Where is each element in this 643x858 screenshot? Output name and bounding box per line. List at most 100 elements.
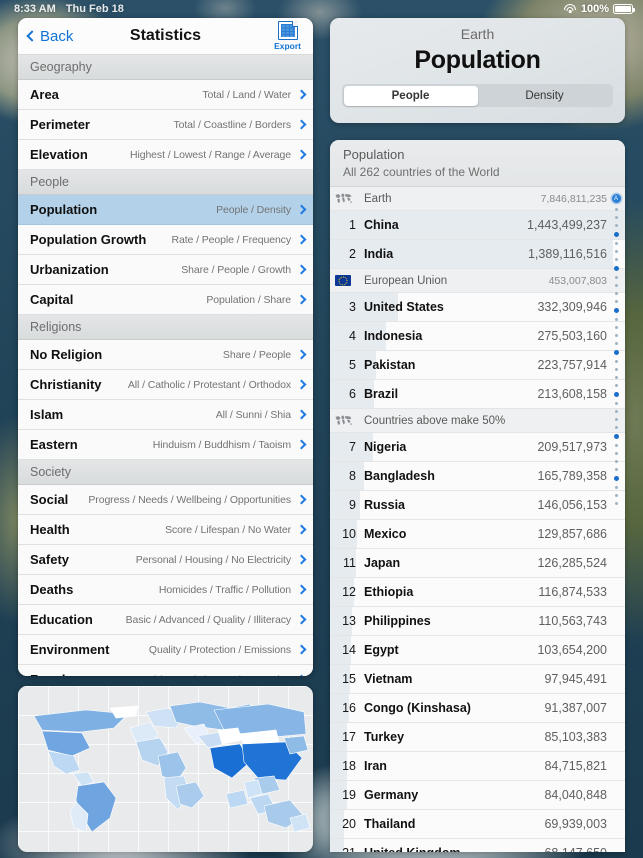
index-rail-dot[interactable] (613, 232, 619, 237)
statistics-list[interactable]: Geography Area Total / Land / Water Perimet… (18, 55, 313, 676)
index-rail-dot[interactable] (614, 402, 618, 405)
section-index-rail[interactable]: A (609, 188, 623, 852)
index-rail-dot[interactable] (614, 460, 618, 463)
index-rail-dot[interactable] (614, 242, 618, 245)
stat-row-urbanization[interactable]: Urbanization Share / People / Growth (18, 255, 313, 285)
index-rail-dot[interactable] (614, 410, 618, 413)
stat-row-title: Islam (30, 407, 64, 422)
rank-number: 15 (342, 672, 356, 686)
index-rail-dot[interactable] (614, 284, 618, 287)
stat-row-title: Population (30, 202, 98, 217)
chevron-right-icon (296, 524, 307, 535)
segment-density[interactable]: Density (478, 86, 612, 106)
population-row[interactable]: 6 Brazil 213,608,158 (330, 380, 625, 409)
stat-row-elevation[interactable]: Elevation Highest / Lowest / Range / Aver… (18, 140, 313, 170)
population-row[interactable]: 8 Bangladesh 165,789,358 (330, 462, 625, 491)
population-row[interactable]: 18 Iran 84,715,821 (330, 752, 625, 781)
population-row[interactable]: 19 Germany 84,040,848 (330, 781, 625, 810)
entity-name: Philippines (364, 614, 431, 628)
index-rail-dot[interactable] (613, 434, 619, 439)
export-button[interactable]: Export (274, 20, 301, 51)
population-row[interactable]: 11 Japan 126,285,524 (330, 549, 625, 578)
population-rows[interactable]: Earth 7,846,811,235 1 China 1,443,499,237 2 In… (330, 187, 625, 852)
stat-row-title: Urbanization (30, 262, 109, 277)
index-rail-dot[interactable] (613, 308, 619, 313)
stat-row-population-growth[interactable]: Population Growth Rate / People / Frequen… (18, 225, 313, 255)
population-row[interactable]: 14 Egypt 103,654,200 (330, 636, 625, 665)
stat-row-islam[interactable]: Islam All / Sunni / Shia (18, 400, 313, 430)
stat-row-deaths[interactable]: Deaths Homicides / Traffic / Pollution (18, 575, 313, 605)
index-rail-dot[interactable] (614, 418, 618, 421)
chevron-right-icon (296, 379, 307, 390)
index-rail-dot[interactable] (614, 326, 618, 329)
stat-row-safety[interactable]: Safety Personal / Housing / No Electricit… (18, 545, 313, 575)
stat-row-freedom[interactable]: Freedom Personal / Speech / Press / Corru… (18, 665, 313, 676)
world-choropleth-map[interactable] (18, 686, 313, 852)
stat-row-perimeter[interactable]: Perimeter Total / Coastline / Borders (18, 110, 313, 140)
index-rail-dot[interactable] (614, 444, 618, 447)
population-row[interactable]: 7 Nigeria 209,517,973 (330, 433, 625, 462)
index-rail-dot[interactable] (614, 360, 618, 363)
index-rail-top-marker[interactable]: A (611, 194, 621, 203)
battery-icon (613, 4, 635, 14)
index-rail-dot[interactable] (614, 452, 618, 455)
population-summary-row[interactable]: Earth 7,846,811,235 (330, 187, 625, 211)
index-rail-dot[interactable] (614, 376, 618, 379)
index-rail-dot[interactable] (613, 266, 619, 271)
stat-row-eastern[interactable]: Eastern Hinduism / Buddhism / Taoism (18, 430, 313, 460)
stat-row-area[interactable]: Area Total / Land / Water (18, 80, 313, 110)
index-rail-dot[interactable] (614, 208, 618, 211)
population-row[interactable]: 1 China 1,443,499,237 (330, 211, 625, 240)
population-row[interactable]: 15 Vietnam 97,945,491 (330, 665, 625, 694)
index-rail-dot[interactable] (613, 350, 619, 355)
back-button[interactable]: Back (18, 28, 73, 45)
stat-row-environment[interactable]: Environment Quality / Protection / Emissi… (18, 635, 313, 665)
population-row[interactable]: 4 Indonesia 275,503,160 (330, 322, 625, 351)
stat-row-health[interactable]: Health Score / Lifespan / No Water (18, 515, 313, 545)
index-rail-dot[interactable] (614, 258, 618, 261)
index-rail-dot[interactable] (614, 426, 618, 429)
population-row[interactable]: 9 Russia 146,056,153 (330, 491, 625, 520)
index-rail-dot[interactable] (614, 318, 618, 321)
population-summary-row[interactable]: European Union 453,007,803 (330, 269, 625, 293)
index-rail-dot[interactable] (614, 300, 618, 303)
stat-row-christianity[interactable]: Christianity All / Catholic / Protestant … (18, 370, 313, 400)
index-rail-dot[interactable] (614, 502, 618, 505)
population-row[interactable]: 17 Turkey 85,103,383 (330, 723, 625, 752)
index-rail-dot[interactable] (614, 276, 618, 279)
index-rail-dot[interactable] (614, 216, 618, 219)
population-summary-row[interactable]: Countries above make 50% (330, 409, 625, 433)
index-rail-dot[interactable] (613, 392, 619, 397)
stat-row-no-religion[interactable]: No Religion Share / People (18, 340, 313, 370)
population-value: 7,846,811,235 (540, 192, 607, 205)
population-row[interactable]: 16 Congo (Kinshasa) 91,387,007 (330, 694, 625, 723)
segmented-control[interactable]: People Density (342, 84, 613, 107)
stat-row-capital[interactable]: Capital Population / Share (18, 285, 313, 315)
population-row[interactable]: 3 United States 332,309,946 (330, 293, 625, 322)
stat-row-subtitle: Basic / Advanced / Quality / Illiteracy (125, 613, 291, 626)
population-row[interactable]: 20 Thailand 69,939,003 (330, 810, 625, 839)
index-rail-dot[interactable] (614, 250, 618, 253)
index-rail-dot[interactable] (614, 224, 618, 227)
population-row[interactable]: 2 India 1,389,116,516 (330, 240, 625, 269)
stat-row-social[interactable]: Social Progress / Needs / Wellbeing / Opp… (18, 485, 313, 515)
eu-flag-icon (330, 275, 356, 286)
index-rail-dot[interactable] (613, 476, 619, 481)
stat-row-education[interactable]: Education Basic / Advanced / Quality / Il… (18, 605, 313, 635)
index-rail-dot[interactable] (614, 334, 618, 337)
population-row[interactable]: 13 Philippines 110,563,743 (330, 607, 625, 636)
population-row[interactable]: 12 Ethiopia 116,874,533 (330, 578, 625, 607)
index-rail-dot[interactable] (614, 468, 618, 471)
index-rail-dot[interactable] (614, 368, 618, 371)
segment-people[interactable]: People (343, 85, 478, 106)
index-rail-dot[interactable] (614, 494, 618, 497)
index-rail-dot[interactable] (614, 342, 618, 345)
population-row[interactable]: 10 Mexico 129,857,686 (330, 520, 625, 549)
population-row[interactable]: 21 United Kingdom 68,147,650 (330, 839, 625, 852)
index-rail-dot[interactable] (614, 292, 618, 295)
population-row[interactable]: 5 Pakistan 223,757,914 (330, 351, 625, 380)
index-rail-dot[interactable] (614, 486, 618, 489)
stat-row-title: Environment (30, 642, 110, 657)
index-rail-dot[interactable] (614, 384, 618, 387)
stat-row-population[interactable]: Population People / Density (18, 195, 313, 225)
